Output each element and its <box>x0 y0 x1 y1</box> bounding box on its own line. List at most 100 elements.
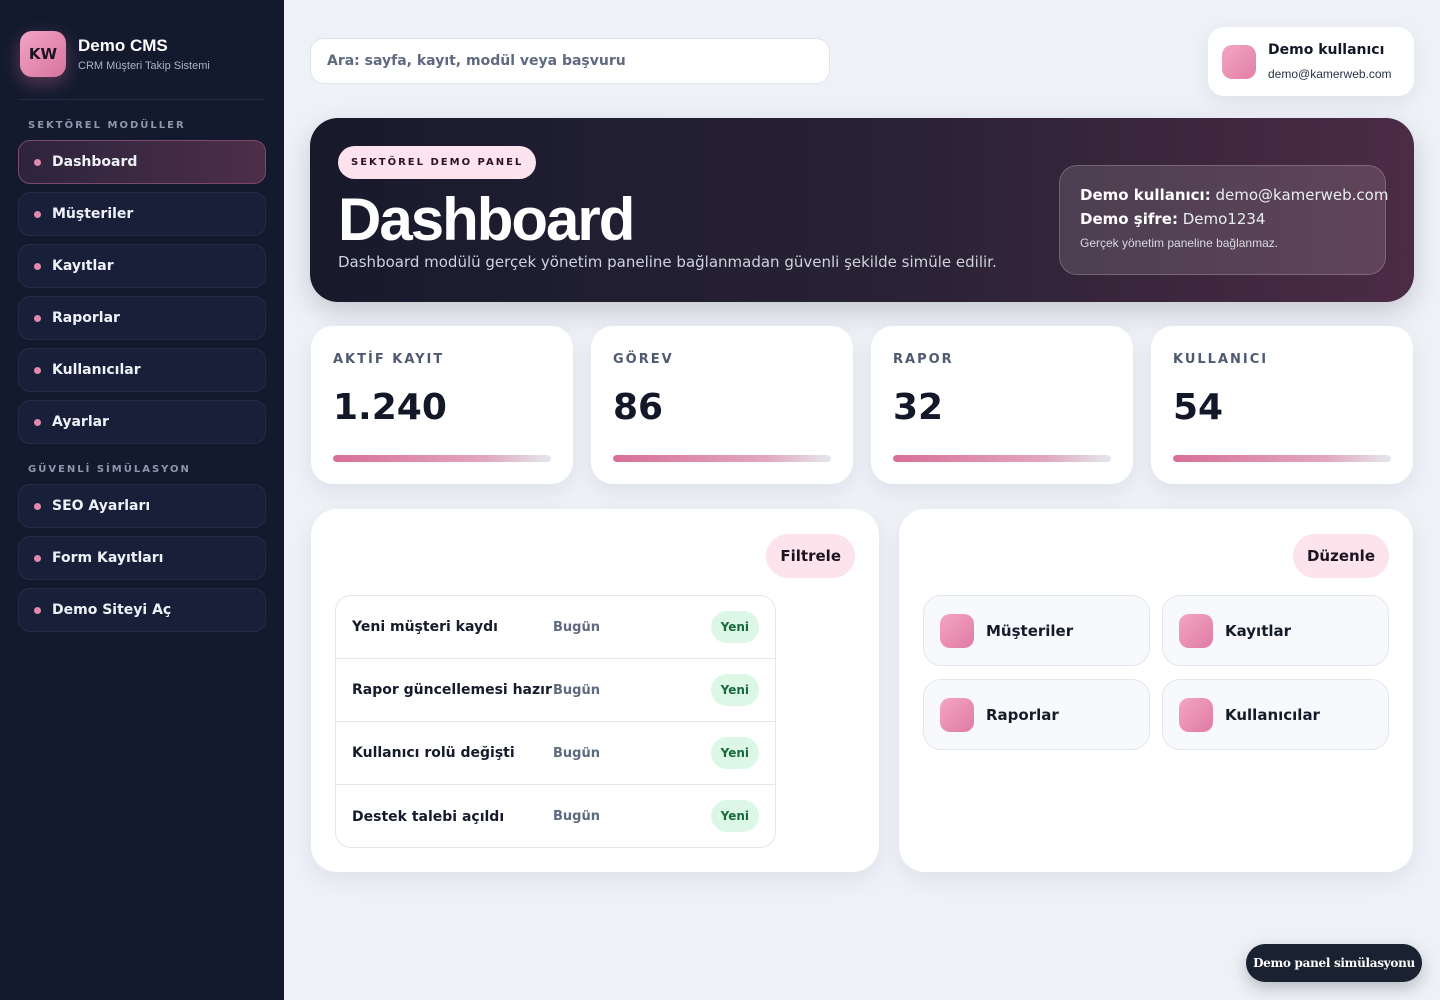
stat-value: 1.240 <box>333 387 447 428</box>
demo-user-label: Demo kullanıcı: <box>1080 186 1211 204</box>
shortcuts-panel: Düzenle Müşteriler Kayıtlar Raporlar Kul… <box>899 509 1413 872</box>
activity-time: Bugün <box>553 809 600 824</box>
shortcut-label: Kullanıcılar <box>1225 705 1320 724</box>
sidebar-item-settings[interactable]: Ayarlar <box>18 400 266 444</box>
sidebar-item-records[interactable]: Kayıtlar <box>18 244 266 288</box>
list-item[interactable]: Destek talebi açıldı Bugün Yeni <box>336 785 775 847</box>
sidebar-item-label: Müşteriler <box>52 206 134 222</box>
stat-progress-track <box>1173 455 1391 462</box>
sidebar-item-label: SEO Ayarları <box>52 498 151 514</box>
list-item[interactable]: Yeni müşteri kaydı Bugün Yeni <box>336 596 775 659</box>
sidebar-section-label: SEKTÖREL MODÜLLER <box>28 120 186 131</box>
sidebar-item-reports[interactable]: Raporlar <box>18 296 266 340</box>
list-item[interactable]: Kullanıcı rolü değişti Bugün Yeni <box>336 722 775 785</box>
avatar <box>1222 44 1256 79</box>
edit-button[interactable]: Düzenle <box>1292 534 1389 578</box>
stat-card-tasks: GÖREV 86 <box>591 326 853 484</box>
stat-progress-fill <box>333 455 551 462</box>
bullet-dot-icon <box>34 502 41 510</box>
list-item[interactable]: Rapor güncellemesi hazır Bugün Yeni <box>336 659 775 722</box>
shortcut-customers[interactable]: Müşteriler <box>923 595 1150 666</box>
activity-panel: Filtrele Yeni müşteri kaydı Bugün Yeni R… <box>311 509 879 872</box>
brand-text: Demo CMS CRM Müşteri Takip Sistemi <box>78 36 210 72</box>
stat-value: 86 <box>613 387 664 428</box>
module-icon <box>1179 697 1213 732</box>
module-icon <box>940 697 974 732</box>
stat-progress-fill <box>893 455 1111 462</box>
demo-user-line: Demo kullanıcı: demo@kamerweb.com <box>1080 186 1388 204</box>
sidebar-item-dashboard[interactable]: Dashboard <box>18 140 266 184</box>
activity-title: Rapor güncellemesi hazır <box>352 682 552 698</box>
demo-simulation-pill: Demo panel simülasyonu <box>1246 944 1422 982</box>
stat-card-active-records: AKTİF KAYIT 1.240 <box>311 326 573 484</box>
status-badge: Yeni <box>710 674 759 706</box>
stat-card-reports: RAPOR 32 <box>871 326 1133 484</box>
stat-label: RAPOR <box>893 352 954 367</box>
sidebar-item-seo-settings[interactable]: SEO Ayarları <box>18 484 266 528</box>
module-icon <box>940 613 974 648</box>
stat-progress-track <box>613 455 831 462</box>
sidebar-section-label: GÜVENLİ SİMÜLASYON <box>28 464 191 475</box>
demo-password-line: Demo şifre: Demo1234 <box>1080 210 1367 228</box>
status-badge: Yeni <box>710 800 759 832</box>
stat-progress-fill <box>613 455 831 462</box>
bullet-dot-icon <box>34 418 41 426</box>
stat-card-users: KULLANICI 54 <box>1151 326 1413 484</box>
shortcut-label: Kayıtlar <box>1225 621 1292 640</box>
hero-badge: SEKTÖREL DEMO PANEL <box>338 146 537 179</box>
sidebar-item-form-records[interactable]: Form Kayıtları <box>18 536 266 580</box>
activity-title: Yeni müşteri kaydı <box>352 619 498 635</box>
shortcut-records[interactable]: Kayıtlar <box>1162 595 1389 666</box>
stat-label: AKTİF KAYIT <box>333 352 445 367</box>
bullet-dot-icon <box>34 606 41 614</box>
sidebar-item-label: Form Kayıtları <box>52 550 164 566</box>
stat-label: KULLANICI <box>1173 352 1269 367</box>
sidebar: KW Demo CMS CRM Müşteri Takip Sistemi SE… <box>0 0 284 1000</box>
stat-progress-track <box>893 455 1111 462</box>
sidebar-item-customers[interactable]: Müşteriler <box>18 192 266 236</box>
brand-subtitle: CRM Müşteri Takip Sistemi <box>78 59 210 72</box>
bullet-dot-icon <box>34 262 41 270</box>
user-name: Demo kullanıcı <box>1268 42 1385 58</box>
stat-progress-fill <box>1173 455 1391 462</box>
bullet-dot-icon <box>34 210 41 218</box>
shortcut-users[interactable]: Kullanıcılar <box>1162 679 1389 750</box>
hero-banner: SEKTÖREL DEMO PANEL Dashboard Dashboard … <box>310 118 1414 302</box>
demo-password-label: Demo şifre: <box>1080 210 1178 228</box>
sidebar-item-label: Kullanıcılar <box>52 362 141 378</box>
demo-credentials-note: Gerçek yönetim paneline bağlanmaz. <box>1080 236 1279 250</box>
demo-password-value: Demo1234 <box>1182 210 1266 228</box>
brand-name: Demo CMS <box>78 35 168 55</box>
module-icon <box>1179 613 1213 648</box>
hero-description: Dashboard modülü gerçek yönetim paneline… <box>338 253 997 271</box>
shortcut-reports[interactable]: Raporlar <box>923 679 1150 750</box>
sidebar-item-label: Demo Siteyi Aç <box>52 602 172 618</box>
brand[interactable]: KW Demo CMS CRM Müşteri Takip Sistemi <box>20 0 264 100</box>
stat-label: GÖREV <box>613 352 674 367</box>
status-badge: Yeni <box>710 737 759 769</box>
bullet-dot-icon <box>34 314 41 322</box>
stat-value: 32 <box>893 387 944 428</box>
user-card[interactable]: Demo kullanıcı demo@kamerweb.com <box>1208 27 1414 96</box>
filter-button[interactable]: Filtrele <box>766 534 855 578</box>
activity-time: Bugün <box>553 682 600 698</box>
activity-title: Destek talebi açıldı <box>352 808 505 825</box>
page-title: Dashboard <box>338 186 635 253</box>
stat-value: 54 <box>1173 387 1224 428</box>
stat-progress-track <box>333 455 551 462</box>
user-email: demo@kamerweb.com <box>1268 67 1392 81</box>
sidebar-item-label: Kayıtlar <box>52 258 114 274</box>
status-badge: Yeni <box>710 611 759 643</box>
demo-credentials-card: Demo kullanıcı: demo@kamerweb.com Demo ş… <box>1059 165 1388 275</box>
bullet-dot-icon <box>34 366 41 374</box>
search-input[interactable] <box>310 38 830 84</box>
bullet-dot-icon <box>34 554 41 562</box>
activity-time: Bugün <box>553 745 600 761</box>
sidebar-item-users[interactable]: Kullanıcılar <box>18 348 266 392</box>
sidebar-item-open-demo-site[interactable]: Demo Siteyi Aç <box>18 588 266 632</box>
activity-title: Kullanıcı rolü değişti <box>352 745 515 761</box>
sidebar-item-label: Raporlar <box>52 310 120 326</box>
activity-time: Bugün <box>553 619 600 635</box>
brand-logo: KW <box>20 30 66 77</box>
sidebar-item-label: Ayarlar <box>52 414 109 430</box>
